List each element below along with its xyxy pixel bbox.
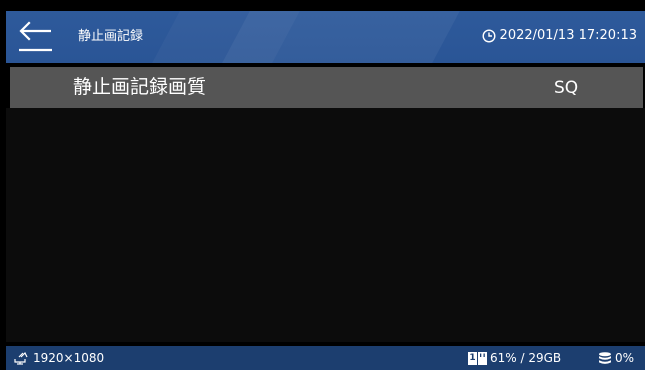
- slot-number: 1: [468, 351, 477, 365]
- header-bar: 静止画記録 2022/01/13 17:20:13: [6, 11, 645, 63]
- database-status: 0%: [598, 350, 634, 366]
- content-area: [6, 108, 645, 342]
- menu-item-still-image-quality[interactable]: 静止画記録画質 SQ: [10, 67, 643, 108]
- header-highlight: [222, 11, 460, 63]
- datetime-display: 2022/01/13 17:20:13: [482, 27, 637, 45]
- output-icon: [14, 351, 30, 365]
- storage-status: 1 61% / 29GB: [468, 350, 561, 366]
- back-arrow-icon: [18, 21, 54, 53]
- back-button[interactable]: [18, 21, 54, 53]
- storage-text: 61% / 29GB: [490, 351, 562, 365]
- screen: 静止画記録 2022/01/13 17:20:13 静止画記録画質 SQ 192…: [0, 0, 645, 370]
- page-title: 静止画記録: [78, 29, 144, 44]
- database-text: 0%: [615, 351, 635, 365]
- database-icon: [598, 351, 612, 365]
- datetime-text: 2022/01/13 17:20:13: [499, 28, 637, 43]
- output-resolution: 1920×1080: [14, 350, 104, 366]
- status-bar: 1920×1080 1 61% / 29GB 0%: [6, 346, 645, 370]
- clock-icon: [482, 29, 496, 43]
- resolution-text: 1920×1080: [33, 351, 105, 365]
- menu-item-value: SQ: [554, 78, 579, 98]
- menu-item-label: 静止画記録画質: [73, 76, 207, 98]
- sd-card-icon: [478, 351, 487, 365]
